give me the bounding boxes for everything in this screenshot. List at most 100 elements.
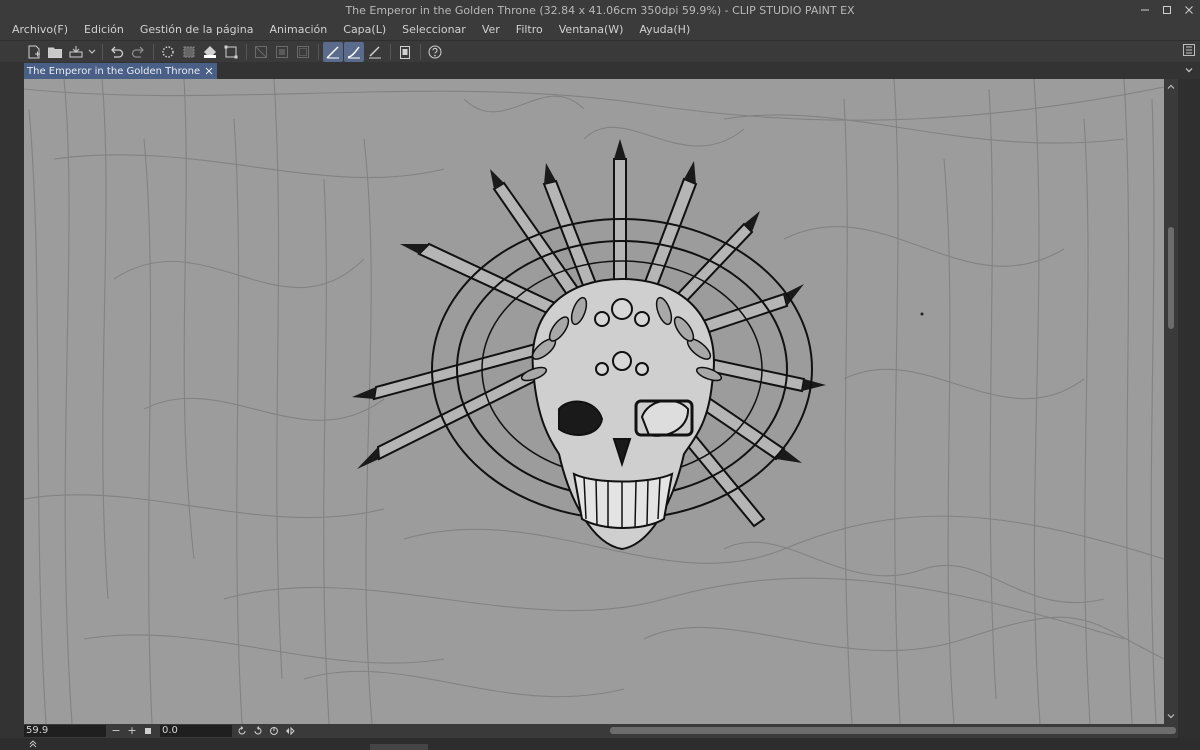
vertical-scrollbar[interactable] [1164,79,1178,724]
scroll-down-icon[interactable] [1167,712,1175,720]
horizontal-scrollbar[interactable] [610,727,1180,735]
clipboard-icon [400,45,410,59]
flip-horizontal-icon [286,726,295,736]
scroll-up-icon[interactable] [1167,83,1175,91]
drawing-canvas[interactable] [24,79,1164,724]
clipboard-button[interactable] [395,42,415,62]
toolbar-separator [318,43,319,60]
clear-selection-button[interactable] [179,42,199,62]
transform-icon [224,45,238,58]
reset-rotation-icon [270,727,278,735]
toolbar-separator [390,43,391,60]
open-button[interactable] [45,42,65,62]
flip-horizontal-button[interactable] [284,725,296,737]
toolbar-separator [246,43,247,60]
double-chevron-up-icon[interactable] [28,739,38,749]
new-canvas-icon [28,45,40,58]
ruler-snap-button[interactable] [365,42,385,62]
vector-snap-button[interactable] [323,41,343,62]
rotation-field[interactable]: 0.0 [160,725,232,737]
crop-off-icon [255,45,267,58]
toolbar-separator [153,43,154,60]
sketch-artwork [24,79,1164,724]
canvas-status-bar: 59.9 − + 0.0 [24,724,1178,738]
rotate-left-icon [238,726,246,735]
menu-window[interactable]: Ventana(W) [551,20,632,40]
save-icon [69,45,83,57]
save-button[interactable] [66,42,86,62]
menu-filter[interactable]: Filtro [508,20,551,40]
maximize-button[interactable] [1156,0,1178,20]
menu-animation[interactable]: Animación [261,20,335,40]
document-tab-label: The Emperor in the Golden Throne [27,65,201,77]
crop-outside-button[interactable] [251,42,271,62]
minimize-icon [1141,9,1149,11]
undo-button[interactable] [107,42,127,62]
toolbar-grip-icon[interactable] [1182,43,1196,57]
window-controls [1134,0,1200,20]
toolbar-separator [102,43,103,60]
transform-button[interactable] [221,42,241,62]
menu-file[interactable]: Archivo(F) [4,20,76,40]
left-gutter [0,79,24,750]
close-icon[interactable] [205,67,213,75]
menu-page-management[interactable]: Gestión de la página [132,20,262,40]
frame-outside-button[interactable] [293,42,313,62]
save-dropdown-button[interactable] [87,42,97,62]
undo-icon [111,46,124,58]
clear-selection-icon [183,46,195,57]
dropdown-icon [88,49,96,54]
clip-studio-window: The Emperor in the Golden Throne (32.84 … [0,0,1200,750]
help-icon [428,45,442,58]
document-tab-strip: The Emperor in the Golden Throne [0,62,1200,79]
minimize-button[interactable] [1134,0,1156,20]
redo-icon [131,46,144,58]
close-icon [1185,6,1193,14]
rotate-left-button[interactable] [236,725,248,737]
command-bar [0,40,1200,62]
open-folder-icon [48,47,62,58]
fill-button[interactable] [200,42,220,62]
right-panel-edge [1178,79,1200,750]
canvas-speck [920,312,924,316]
plus-icon: + [127,724,137,737]
zoom-field[interactable]: 59.9 [24,725,106,737]
title-bar: The Emperor in the Golden Throne (32.84 … [0,0,1200,20]
help-button[interactable] [425,42,445,62]
menu-layer[interactable]: Capa(L) [335,20,394,40]
close-button[interactable] [1178,0,1200,20]
window-title: The Emperor in the Golden Throne (32.84 … [345,3,855,17]
ruler-pen-icon [369,45,381,58]
horizontal-scroll-thumb[interactable] [610,727,1176,734]
minus-icon: − [111,724,121,737]
vector-pen-icon [326,45,339,59]
correction-pen-icon [347,46,360,58]
zoom-in-button[interactable]: + [126,725,138,737]
document-tab[interactable]: The Emperor in the Golden Throne [24,63,218,79]
correction-button[interactable] [344,41,364,62]
redo-button[interactable] [128,42,148,62]
rotate-right-icon [254,726,262,735]
menu-select[interactable]: Seleccionar [394,20,474,40]
frame-off-icon [297,45,309,58]
fit-view-icon [145,728,151,734]
bottom-dock-edge [0,738,1200,750]
dock-handle[interactable] [370,744,428,750]
layer-off-icon [276,45,288,58]
fill-icon [204,45,216,58]
zoom-out-button[interactable]: − [110,725,122,737]
menu-view[interactable]: Ver [474,20,508,40]
menu-help[interactable]: Ayuda(H) [631,20,698,40]
maximize-icon [1163,6,1171,14]
vertical-scroll-thumb[interactable] [1168,227,1174,329]
menu-bar: Archivo(F) Edición Gestión de la página … [0,20,1200,40]
fit-view-button[interactable] [142,725,154,737]
toolbar-separator [420,43,421,60]
menu-edit[interactable]: Edición [76,20,132,40]
layer-outside-button[interactable] [272,42,292,62]
new-canvas-button[interactable] [24,42,44,62]
reset-rotation-button[interactable] [268,725,280,737]
loading-spinner-icon [162,45,174,58]
rotate-right-button[interactable] [252,725,264,737]
chevron-down-icon[interactable] [1184,65,1194,75]
